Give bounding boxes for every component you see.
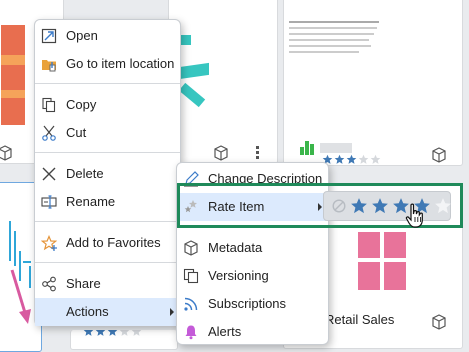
card-top-middle[interactable] bbox=[168, 0, 278, 164]
rename-icon bbox=[41, 195, 57, 209]
menu-item-label: Versioning bbox=[208, 268, 269, 283]
card-thumbnail-table bbox=[289, 21, 384, 61]
menu-item-label: Go to item location bbox=[66, 56, 175, 71]
menu-item-label: Cut bbox=[66, 125, 87, 140]
copy-icon bbox=[42, 97, 56, 113]
favorites-star-icon bbox=[41, 235, 57, 251]
rating-star-icon bbox=[131, 330, 142, 336]
menu-item-copy[interactable]: Copy bbox=[35, 91, 180, 119]
card-title-blurred bbox=[320, 143, 352, 153]
cube-icon bbox=[214, 145, 228, 161]
menu-item-label: Add to Favorites bbox=[66, 235, 161, 250]
menu-item-label: Copy bbox=[66, 97, 97, 112]
card-thumbnail-grid bbox=[358, 232, 408, 292]
card-rating bbox=[322, 154, 381, 165]
menu-item-label: Delete bbox=[66, 166, 104, 181]
open-icon bbox=[41, 28, 57, 44]
menu-item-go-to-location[interactable]: Go to item location bbox=[35, 50, 180, 78]
card-thumbnail-shape bbox=[178, 82, 206, 108]
card-thumbnail-band bbox=[1, 55, 25, 65]
versioning-icon bbox=[183, 268, 199, 284]
menu-item-open[interactable]: Open bbox=[35, 22, 180, 50]
cut-icon bbox=[42, 125, 56, 141]
rating-star-icon bbox=[83, 330, 94, 336]
menu-item-cut[interactable]: Cut bbox=[35, 119, 180, 147]
card-thumbnail bbox=[1, 25, 25, 125]
subscriptions-icon bbox=[184, 297, 198, 311]
card-rating bbox=[83, 330, 142, 337]
share-icon bbox=[42, 276, 56, 292]
card-thumbnail-shape bbox=[179, 62, 209, 80]
hand-cursor-icon bbox=[405, 203, 423, 228]
menu-separator bbox=[35, 262, 180, 263]
bell-icon bbox=[185, 325, 197, 340]
menu-item-label: Alerts bbox=[208, 324, 242, 339]
menu-item-actions[interactable]: Actions bbox=[35, 298, 180, 326]
context-menu: Open Go to item location Copy Cut Delete… bbox=[34, 19, 181, 326]
actions-icon bbox=[41, 304, 57, 320]
metadata-cube-icon bbox=[184, 240, 198, 256]
menu-item-alerts[interactable]: Alerts bbox=[177, 318, 328, 346]
menu-item-delete[interactable]: Delete bbox=[35, 160, 180, 188]
rating-star-icon bbox=[334, 154, 345, 164]
menu-separator bbox=[35, 221, 180, 222]
menu-item-add-to-favorites[interactable]: Add to Favorites bbox=[35, 229, 180, 257]
delete-icon bbox=[42, 167, 56, 181]
menu-separator bbox=[35, 152, 180, 153]
menu-separator bbox=[35, 83, 180, 84]
menu-item-subscriptions[interactable]: Subscriptions bbox=[177, 290, 328, 318]
card-thumbnail-band bbox=[1, 90, 25, 98]
cube-icon bbox=[0, 145, 12, 161]
rating-star-icon bbox=[370, 154, 381, 164]
menu-item-rename[interactable]: Rename bbox=[35, 188, 180, 216]
card-top-right[interactable] bbox=[283, 0, 463, 166]
submenu-arrow-icon bbox=[170, 308, 174, 316]
cube-icon bbox=[432, 314, 446, 330]
menu-item-versioning[interactable]: Versioning bbox=[177, 262, 328, 290]
rating-star-icon bbox=[358, 154, 369, 164]
annotation-arrow bbox=[10, 269, 31, 324]
cube-icon bbox=[432, 147, 446, 163]
menu-item-label: Open bbox=[66, 28, 98, 43]
rating-star-icon bbox=[119, 330, 130, 336]
menu-item-label: Share bbox=[66, 276, 101, 291]
more-options-icon[interactable] bbox=[256, 145, 260, 161]
bar-chart-icon bbox=[300, 139, 316, 155]
folder-location-icon bbox=[42, 60, 56, 72]
card-title[interactable]: Retail Sales bbox=[325, 312, 394, 327]
menu-item-label: Rename bbox=[66, 194, 116, 209]
menu-item-label: Metadata bbox=[208, 240, 263, 255]
menu-item-label: Subscriptions bbox=[208, 296, 287, 311]
rating-star-icon bbox=[95, 330, 106, 336]
menu-item-label: Actions bbox=[66, 304, 109, 319]
menu-item-metadata[interactable]: Metadata bbox=[177, 234, 328, 262]
menu-item-share[interactable]: Share bbox=[35, 270, 180, 298]
rating-star-icon bbox=[107, 330, 118, 336]
rating-star-icon bbox=[346, 154, 357, 164]
card-bottom-middle[interactable] bbox=[70, 330, 178, 350]
